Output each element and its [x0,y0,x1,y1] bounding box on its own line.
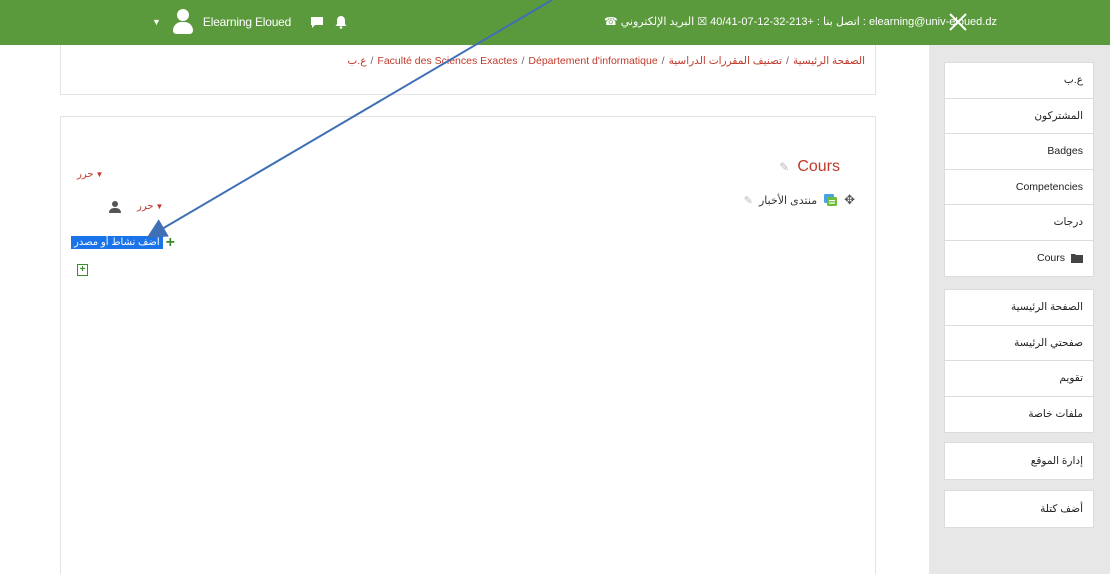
breadcrumb-faculty[interactable]: Faculté des Sciences Exactes [377,55,517,67]
section-title-text[interactable]: Cours [797,158,840,176]
nav-item-label: درجات [1053,216,1083,229]
plus-icon[interactable]: + [166,234,175,250]
breadcrumb-container: الصفحة الرئيسية / تصنيف المقررات الدراسية /… [60,45,876,95]
site-admin-block: إدارة الموقع [944,442,1094,480]
forum-icon [824,193,838,206]
top-navbar: ▼ Elearning Eloued ☎ اتصل بنا : +213-32-… [0,0,1110,45]
breadcrumb-course-categories[interactable]: تصنيف المقررات الدراسية [669,55,782,67]
username[interactable]: Elearning Eloued [203,15,291,29]
add-section-icon[interactable]: + [77,264,88,276]
nav-item-dashboard[interactable]: صفحتي الرئيسة [945,326,1093,361]
nav-item-label: تقويم [1059,372,1083,385]
assign-role-user-icon[interactable] [108,200,122,214]
nav-item-label: إدارة الموقع [1030,454,1083,467]
dropdown-caret-icon[interactable]: ▼ [156,202,164,211]
breadcrumb-course[interactable]: ع.ب [347,55,366,67]
nav-item-add-block[interactable]: أضف كتلة [945,491,1093,527]
breadcrumb-home[interactable]: الصفحة الرئيسية [793,55,865,67]
edit-pencil-icon[interactable]: ✎ [744,194,753,207]
nav-item-label: الصفحة الرئيسية [1010,301,1083,314]
nav-item-label: ع.ب [1063,74,1083,87]
notifications-bell-icon[interactable] [333,14,349,30]
move-icon[interactable]: ✥ [844,192,855,208]
close-icon[interactable] [947,8,969,36]
user-avatar-icon[interactable] [171,9,195,35]
activity-edit-menu[interactable]: حرر ▼ [137,201,163,212]
page-root: ▼ Elearning Eloued ☎ اتصل بنا : +213-32-… [0,0,1110,574]
nav-item-label: صفحتي الرئيسة [1014,336,1083,349]
section-edit-label[interactable]: حرر [77,169,94,180]
folder-icon [1071,254,1083,264]
breadcrumb-separator: / [661,55,665,67]
nav-item-participants[interactable]: المشتركون [945,99,1093,134]
nav-item-label: المشتركون [1034,109,1083,122]
nav-item-course-shortname[interactable]: ع.ب [945,63,1093,99]
breadcrumb-separator: / [521,55,525,67]
nav-item-private-files[interactable]: ملفات خاصة [945,397,1093,433]
breadcrumb-department[interactable]: Département d'informatique [528,55,657,67]
add-block-block: أضف كتلة [944,490,1094,528]
nav-item-site-home[interactable]: الصفحة الرئيسية [945,290,1093,326]
course-content-panel: حرر ▼ حرر ▼ أضف نشاط أو مصدر + + ✎ Cours… [60,116,876,574]
right-sidebar: ع.ب المشتركون Badges Competencies درجات … [929,45,1110,574]
messages-icon[interactable] [309,14,325,30]
nav-item-cours[interactable]: Cours [945,241,1093,277]
activity-edit-label[interactable]: حرر [137,201,154,212]
add-activity-or-resource[interactable]: أضف نشاط أو مصدر + [71,234,175,250]
forum-link[interactable]: منتدى الأخبار [759,194,817,207]
course-navigation-block: ع.ب المشتركون Badges Competencies درجات … [944,62,1094,277]
nav-item-label: Competencies [1015,180,1083,193]
nav-item-label: أضف كتلة [1040,502,1083,515]
nav-item-label: Badges [1047,145,1083,158]
nav-item-label: Cours [1036,252,1065,265]
edit-pencil-icon[interactable]: ✎ [779,160,789,174]
section-title: ✎ Cours [779,158,840,176]
nav-item-badges[interactable]: Badges [945,134,1093,170]
nav-item-calendar[interactable]: تقويم [945,361,1093,397]
user-menu[interactable]: ▼ Elearning Eloued [152,9,349,35]
site-navigation-block: الصفحة الرئيسية صفحتي الرئيسة تقويم ملفا… [944,289,1094,433]
contact-info: ☎ اتصل بنا : +213-32-12-07-40/41 ☒ البري… [604,16,997,28]
breadcrumb-separator: / [370,55,374,67]
forum-activity: ✥ منتدى الأخبار ✎ [744,192,855,208]
section-edit-menu[interactable]: حرر ▼ [77,169,103,180]
breadcrumb-separator: / [786,55,789,67]
dropdown-caret-icon[interactable]: ▼ [96,170,104,179]
breadcrumb: الصفحة الرئيسية / تصنيف المقررات الدراسية /… [347,55,865,67]
nav-item-site-admin[interactable]: إدارة الموقع [945,443,1093,479]
nav-item-grades[interactable]: درجات [945,205,1093,241]
nav-item-competencies[interactable]: Competencies [945,170,1093,205]
nav-item-label: ملفات خاصة [1028,408,1083,421]
caret-down-icon[interactable]: ▼ [152,17,161,27]
add-activity-label[interactable]: أضف نشاط أو مصدر [71,236,163,249]
